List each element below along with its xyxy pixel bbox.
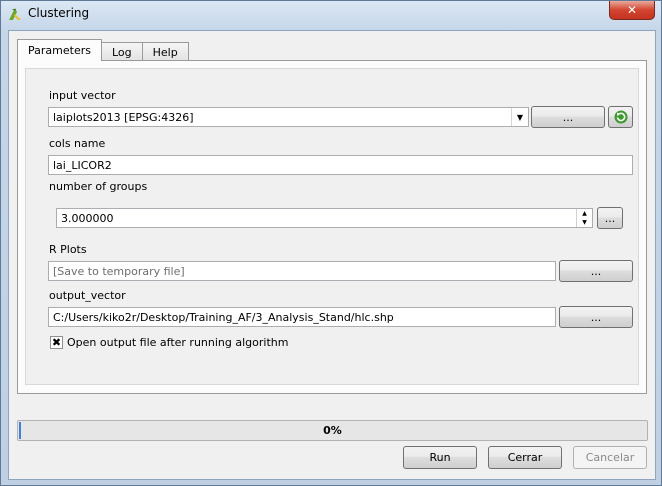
number-of-groups-label: number of groups [49, 180, 148, 193]
clustering-window: Clustering ✕ Parameters Log Help input v… [0, 0, 662, 486]
dialog-body: Parameters Log Help input vector laiplot… [8, 30, 656, 480]
input-vector-browse-button[interactable]: ... [531, 106, 605, 128]
tab-log[interactable]: Log [100, 42, 143, 61]
spin-up-icon[interactable]: ▲ [577, 209, 592, 218]
input-vector-label: input vector [49, 89, 116, 102]
output-vector-input[interactable]: C:/Users/kiko2r/Desktop/Training_AF/3_An… [48, 307, 556, 327]
output-vector-browse-button[interactable]: ... [559, 306, 633, 328]
tab-help[interactable]: Help [141, 42, 189, 61]
refresh-icon [614, 110, 627, 124]
tab-parameters[interactable]: Parameters [17, 39, 102, 61]
number-of-groups-value: 3.000000 [61, 211, 114, 225]
r-plots-input[interactable]: [Save to temporary file] [48, 261, 556, 281]
title-bar: Clustering ✕ [1, 1, 661, 29]
run-button[interactable]: Run [403, 446, 477, 469]
cerrar-button[interactable]: Cerrar [488, 446, 562, 469]
qgis-icon [9, 8, 21, 20]
parameters-panel: input vector laiplots2013 [EPSG:4326] ▼ … [17, 60, 647, 394]
refresh-layers-button[interactable] [608, 106, 633, 128]
cols-name-label: cols name [49, 137, 106, 150]
chevron-down-icon[interactable]: ▼ [511, 108, 528, 126]
input-vector-value: laiplots2013 [EPSG:4326] [53, 110, 194, 124]
progress-text: 0% [323, 424, 342, 437]
number-of-groups-options-button[interactable]: ... [597, 207, 623, 229]
open-output-label: Open output file after running algorithm [67, 336, 289, 349]
window-title: Clustering [28, 6, 90, 20]
open-output-checkbox[interactable]: ✖ [50, 336, 63, 349]
close-window-button[interactable]: ✕ [609, 1, 655, 20]
progress-bar: 0% [17, 420, 648, 441]
r-plots-browse-button[interactable]: ... [559, 260, 633, 282]
number-of-groups-spinbox[interactable]: 3.000000 ▲ ▼ [56, 208, 593, 228]
spin-down-icon[interactable]: ▼ [577, 218, 592, 227]
parameters-group: input vector laiplots2013 [EPSG:4326] ▼ … [25, 68, 639, 385]
r-plots-label: R Plots [49, 243, 87, 256]
cols-name-input[interactable]: lai_LICOR2 [48, 155, 633, 175]
output-vector-label: output_vector [49, 289, 126, 302]
input-vector-combo[interactable]: laiplots2013 [EPSG:4326] ▼ [48, 107, 529, 127]
spinner[interactable]: ▲ ▼ [576, 209, 592, 227]
cancelar-button[interactable]: Cancelar [573, 446, 647, 469]
tab-bar: Parameters Log Help [17, 39, 189, 61]
